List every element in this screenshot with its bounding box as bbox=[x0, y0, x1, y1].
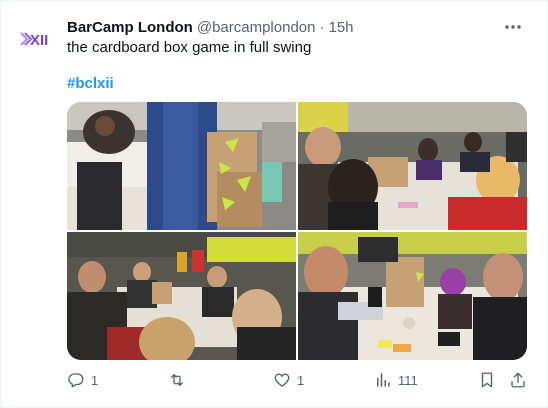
retweet-button[interactable] bbox=[167, 369, 193, 391]
reply-count: 1 bbox=[91, 372, 99, 388]
like-count: 1 bbox=[297, 372, 305, 388]
more-button[interactable] bbox=[501, 15, 525, 39]
bookmark-button[interactable] bbox=[478, 369, 496, 391]
views-count: 111 bbox=[398, 372, 418, 388]
author-name[interactable]: BarCamp London bbox=[67, 19, 193, 36]
views-icon bbox=[377, 373, 390, 387]
barcamp-xii-logo-icon: XII bbox=[20, 32, 48, 49]
tweet-text: the cardboard box game in full swing bbox=[67, 39, 312, 56]
photo-image bbox=[298, 102, 527, 230]
author-handle[interactable]: @barcamplondon bbox=[197, 19, 316, 36]
timestamp[interactable]: 15h bbox=[328, 19, 353, 36]
avatar[interactable]: XII bbox=[17, 19, 57, 59]
share-button[interactable] bbox=[509, 369, 527, 391]
photo-image bbox=[67, 232, 296, 360]
photo-image bbox=[298, 232, 527, 360]
views-button[interactable]: 111 bbox=[374, 369, 418, 391]
separator: · bbox=[319, 18, 325, 36]
like-button[interactable]: 1 bbox=[273, 369, 304, 391]
photo-bottom-right[interactable] bbox=[298, 232, 527, 360]
tweet-actions: 1 1 111 bbox=[63, 369, 531, 391]
svg-text:XII: XII bbox=[30, 32, 48, 49]
photo-top-left[interactable] bbox=[67, 102, 296, 230]
photo-top-right[interactable] bbox=[298, 102, 527, 230]
tweet-card[interactable]: XII BarCamp London @barcamplondon · 15h … bbox=[0, 0, 548, 408]
media-grid bbox=[67, 102, 527, 360]
reply-button[interactable]: 1 bbox=[67, 369, 98, 391]
like-icon bbox=[274, 373, 290, 387]
bookmark-icon bbox=[481, 372, 493, 388]
retweet-icon bbox=[171, 374, 183, 386]
reply-icon bbox=[68, 373, 84, 388]
tweet-header: BarCamp London @barcamplondon · 15h bbox=[67, 17, 354, 37]
photo-image bbox=[67, 102, 296, 230]
more-icon bbox=[505, 25, 521, 29]
share-icon bbox=[511, 372, 525, 388]
hashtag-link[interactable]: #bclxii bbox=[67, 74, 114, 94]
photo-bottom-left[interactable] bbox=[67, 232, 296, 360]
